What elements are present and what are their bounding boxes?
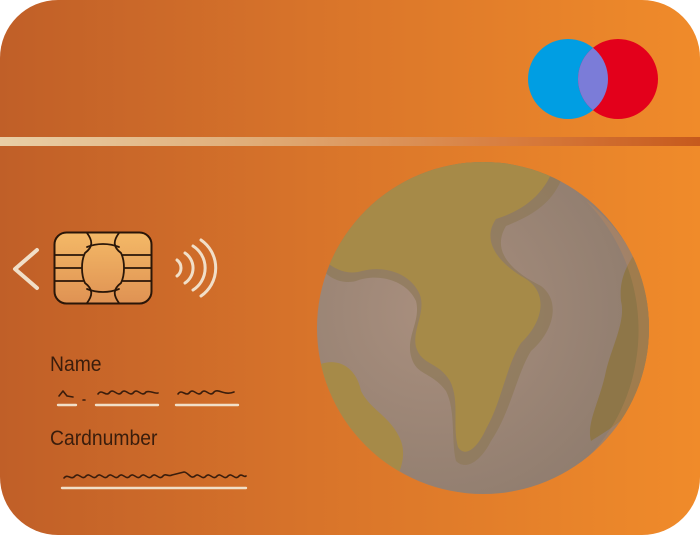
cardnumber-signature bbox=[60, 471, 248, 490]
name-label: Name bbox=[50, 353, 102, 376]
chip-icon bbox=[53, 231, 153, 305]
globe-icon bbox=[317, 162, 649, 494]
contactless-icon bbox=[175, 238, 218, 298]
card-stripe bbox=[0, 137, 700, 146]
cardholder-name-signature bbox=[56, 390, 240, 407]
payment-card: Name Cardnumber bbox=[0, 0, 700, 535]
card-brand-logo-icon bbox=[528, 39, 658, 119]
chevron-left-icon[interactable] bbox=[10, 246, 42, 292]
cardnumber-label: Cardnumber bbox=[50, 427, 158, 450]
